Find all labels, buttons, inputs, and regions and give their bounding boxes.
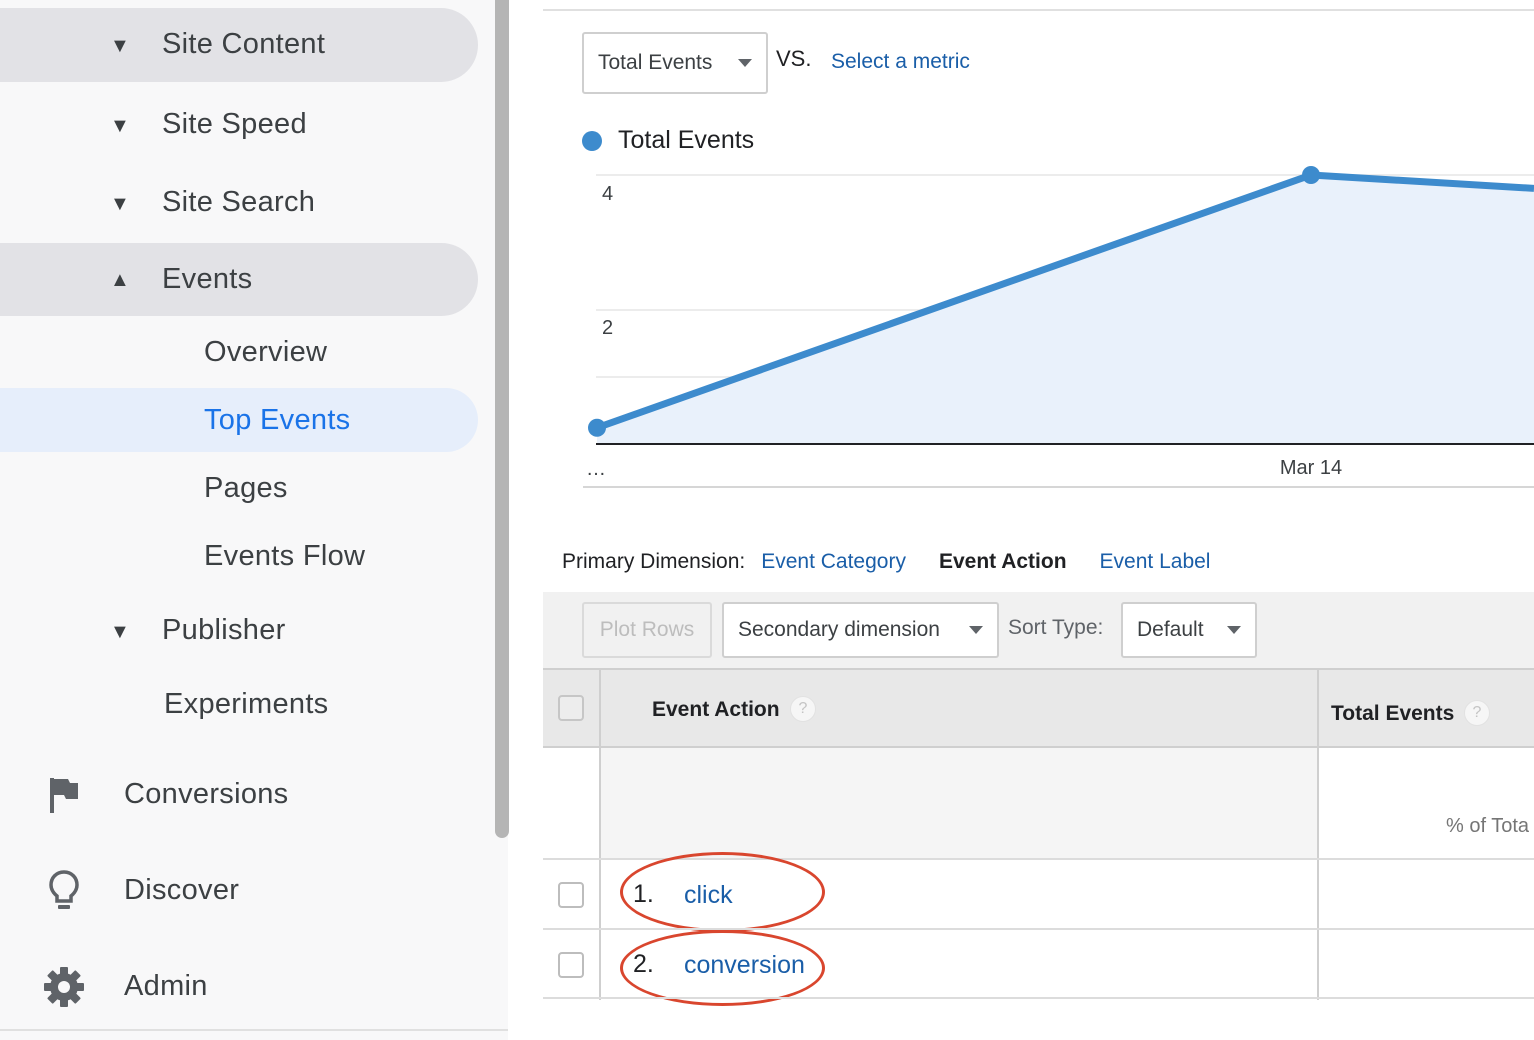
dimension-event-action[interactable]: Event Action	[939, 550, 1067, 574]
percent-of-total-label: % of Tota	[1446, 815, 1530, 837]
column-divider	[599, 930, 601, 1000]
event-action-link[interactable]: conversion	[684, 951, 805, 980]
sidebar-item-label: Pages	[204, 472, 288, 504]
select-all-checkbox[interactable]	[558, 695, 584, 721]
metric-dropdown-value: Total Events	[598, 51, 713, 74]
dimension-event-label[interactable]: Event Label	[1100, 550, 1211, 574]
column-header-total-events[interactable]: Total Events	[1331, 702, 1454, 726]
sidebar-item-site-search[interactable]: ▼ Site Search	[0, 166, 478, 240]
lightbulb-icon	[40, 867, 88, 915]
divider	[543, 9, 1534, 11]
x-tick-label: Mar 14	[1280, 457, 1342, 479]
column-header-event-action[interactable]: Event Action	[652, 698, 780, 722]
y-tick-label: 2	[602, 317, 613, 339]
sidebar-item-label: Discover	[124, 874, 240, 906]
sidebar-item-events-flow[interactable]: Events Flow	[0, 524, 478, 588]
y-tick-label: 4	[602, 183, 613, 205]
gear-icon	[40, 963, 88, 1011]
divider	[543, 997, 1534, 999]
secondary-dimension-value: Secondary dimension	[738, 618, 940, 641]
dropdown-arrow-icon	[738, 59, 752, 67]
line-chart: 4 2 … Mar 14	[583, 166, 1534, 488]
caret-down-icon: ▼	[110, 621, 130, 643]
divider	[0, 1029, 508, 1031]
sidebar-item-experiments[interactable]: Experiments	[0, 670, 478, 740]
primary-dimension-label: Primary Dimension:	[562, 550, 746, 573]
caret-up-icon: ▲	[110, 269, 130, 291]
main-content: Total Events VS. Select a metric Total E…	[543, 0, 1534, 1040]
row-number: 2.	[633, 950, 654, 978]
table-header: Event Action ? Total Events ?	[543, 668, 1534, 748]
sidebar: ▼ Site Content ▼ Site Speed ▼ Site Searc…	[0, 0, 509, 1040]
summary-cell	[600, 748, 1318, 859]
sidebar-item-overview[interactable]: Overview	[0, 320, 478, 384]
sidebar-item-label: Top Events	[204, 404, 351, 436]
sidebar-item-label: Site Content	[162, 28, 326, 60]
data-point[interactable]	[588, 418, 606, 437]
dimension-event-category[interactable]: Event Category	[761, 550, 906, 574]
flag-icon	[40, 771, 88, 819]
column-divider	[599, 748, 601, 859]
table-summary-row: % of Tota	[543, 748, 1534, 859]
row-checkbox[interactable]	[558, 882, 584, 908]
caret-down-icon: ▼	[110, 35, 130, 57]
column-divider	[1317, 748, 1319, 859]
sidebar-item-label: Conversions	[124, 778, 289, 810]
sidebar-item-label: Admin	[124, 970, 208, 1002]
sidebar-item-label: Publisher	[162, 614, 286, 646]
table-toolbar: Plot Rows Secondary dimension Sort Type:…	[543, 592, 1534, 668]
legend-label: Total Events	[618, 126, 755, 154]
caret-down-icon: ▼	[110, 193, 130, 215]
select-metric-link[interactable]: Select a metric	[831, 50, 970, 74]
dropdown-arrow-icon	[969, 626, 983, 634]
primary-dimension-bar: Primary Dimension: Event Category Event …	[562, 550, 1210, 574]
plot-rows-button[interactable]: Plot Rows	[582, 602, 712, 658]
sidebar-item-label: Site Speed	[162, 108, 307, 140]
sort-type-dropdown[interactable]: Default	[1121, 602, 1257, 658]
table-row: 1. click	[543, 852, 1534, 932]
sort-type-value: Default	[1137, 618, 1204, 641]
help-icon[interactable]: ?	[1464, 700, 1490, 726]
sidebar-item-top-events[interactable]: Top Events	[0, 388, 478, 452]
sidebar-item-label: Site Search	[162, 186, 316, 218]
metric-dropdown[interactable]: Total Events	[582, 32, 768, 94]
dropdown-arrow-icon	[1227, 626, 1241, 634]
column-divider	[599, 860, 601, 930]
x-tick-label: …	[586, 458, 606, 480]
sidebar-item-site-content[interactable]: ▼ Site Content	[0, 8, 478, 82]
sidebar-item-discover[interactable]: Discover	[0, 850, 478, 932]
legend-dot-icon	[582, 131, 602, 151]
secondary-dimension-dropdown[interactable]: Secondary dimension	[722, 602, 999, 658]
sidebar-item-label: Experiments	[164, 688, 329, 720]
row-checkbox[interactable]	[558, 952, 584, 978]
sidebar-item-publisher[interactable]: ▼ Publisher	[0, 594, 478, 666]
column-divider	[1317, 860, 1319, 930]
column-divider	[1317, 930, 1319, 1000]
column-divider	[599, 670, 601, 746]
sort-type-label: Sort Type:	[1008, 616, 1104, 639]
column-divider	[1317, 670, 1319, 746]
sidebar-item-site-speed[interactable]: ▼ Site Speed	[0, 88, 478, 162]
sidebar-item-label: Events	[162, 263, 253, 295]
caret-down-icon: ▼	[110, 115, 130, 137]
sidebar-item-conversions[interactable]: Conversions	[0, 754, 478, 836]
sidebar-item-pages[interactable]: Pages	[0, 456, 478, 520]
row-number: 1.	[633, 880, 654, 908]
event-action-link[interactable]: click	[684, 881, 733, 910]
sidebar-item-events[interactable]: ▲ Events	[0, 243, 478, 316]
data-point[interactable]	[1302, 166, 1320, 184]
sidebar-item-label: Overview	[204, 336, 328, 368]
help-icon[interactable]: ?	[790, 696, 816, 722]
table-row: 2. conversion	[543, 928, 1534, 1006]
sidebar-item-label: Events Flow	[204, 540, 366, 572]
vs-label: VS.	[776, 46, 812, 71]
sidebar-scrollbar[interactable]	[495, 0, 509, 838]
sidebar-item-admin[interactable]: Admin	[0, 946, 478, 1028]
